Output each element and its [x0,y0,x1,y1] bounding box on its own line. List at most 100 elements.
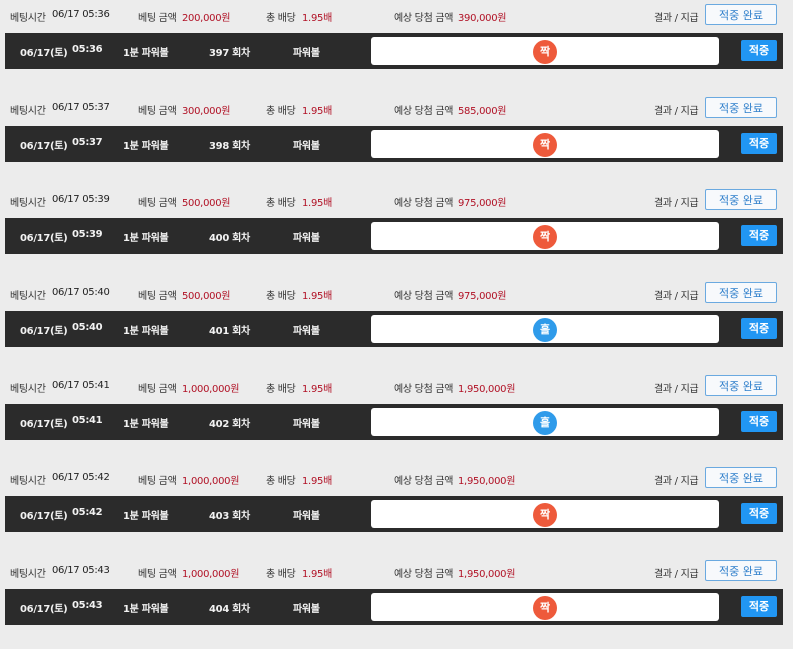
bet-type: 파워볼 [293,604,320,616]
bet-amount-value: 200,000원 [182,13,231,24]
result-pay-label: 결과 / 지급 [654,476,699,488]
bet-detail-bar: 06/17(토) 05:39 1분 파워볼 400 회차 파워볼 짝 적중 [5,218,783,255]
total-odds-label: 총 배당 [266,198,296,210]
game-name: 1분 파워볼 [123,418,169,430]
bet-history-list: 베팅시간 06/17 05:36 베팅 금액 200,000원 총 배당 1.9… [0,0,793,649]
bet-info-row: 베팅시간 06/17 05:43 베팅 금액 1,000,000원 총 배당 1… [0,556,793,586]
game-round: 404 회차 [209,604,250,616]
expected-win-label: 예상 당첨 금액 [394,105,454,117]
game-round: 401 회차 [209,326,250,338]
bet-amount-value: 500,000원 [182,198,231,210]
bet-time-label: 베팅시간 [10,291,46,303]
hit-button[interactable]: 적중 [741,40,777,61]
bet-info-row: 베팅시간 06/17 05:41 베팅 금액 1,000,000원 총 배당 1… [0,371,793,401]
total-odds-value: 1.95배 [302,569,332,581]
result-ball: 홀 [533,318,557,343]
bet-time-value: 06/17 05:39 [52,194,110,206]
bet-amount-label: 베팅 금액 [138,105,177,117]
bet-entry: 베팅시간 06/17 05:39 베팅 금액 500,000원 총 배당 1.9… [0,185,793,278]
game-name: 1분 파워볼 [123,233,169,245]
game-round: 397 회차 [209,48,250,59]
hit-complete-button[interactable]: 적중 완료 [705,467,777,489]
bet-info-row: 베팅시간 06/17 05:39 베팅 금액 500,000원 총 배당 1.9… [0,185,793,215]
bet-type: 파워볼 [293,48,320,59]
game-date: 06/17(토) [20,418,68,430]
bet-info-row: 베팅시간 06/17 05:36 베팅 금액 200,000원 총 배당 1.9… [0,0,793,30]
total-odds-value: 1.95배 [302,13,332,24]
bet-entry: 베팅시간 06/17 05:37 베팅 금액 300,000원 총 배당 1.9… [0,93,793,186]
bet-time-value: 06/17 05:37 [52,101,110,113]
hit-button[interactable]: 적중 [741,410,777,432]
game-round: 400 회차 [209,233,250,245]
bet-detail-bar: 06/17(토) 05:43 1분 파워볼 404 회차 파워볼 짝 적중 [5,589,783,626]
bet-entry: 베팅시간 06/17 05:36 베팅 금액 200,000원 총 배당 1.9… [0,0,793,93]
bet-info-row: 베팅시간 06/17 05:42 베팅 금액 1,000,000원 총 배당 1… [0,463,793,493]
bet-detail-bar: 06/17(토) 05:36 1분 파워볼 397 회차 파워볼 짝 적중 [5,33,783,69]
result-pay-label: 결과 / 지급 [654,105,699,117]
hit-button[interactable]: 적중 [741,225,777,247]
hit-complete-button[interactable]: 적중 완료 [705,374,777,396]
game-time: 05:39 [72,229,103,241]
game-time: 05:36 [72,44,103,55]
bet-detail-bar: 06/17(토) 05:41 1분 파워볼 402 회차 파워볼 홀 적중 [5,403,783,440]
result-panel: 짝 [371,593,719,622]
result-panel: 홀 [371,407,719,436]
expected-win-label: 예상 당첨 금액 [394,198,454,210]
result-pay-label: 결과 / 지급 [654,198,699,210]
bet-amount-value: 300,000원 [182,105,231,117]
game-date: 06/17(토) [20,233,68,245]
hit-button[interactable]: 적중 [741,318,777,340]
bet-time-value: 06/17 05:43 [52,565,110,577]
bet-amount-label: 베팅 금액 [138,569,177,581]
bet-info-row: 베팅시간 06/17 05:37 베팅 금액 300,000원 총 배당 1.9… [0,93,793,123]
bet-amount-label: 베팅 금액 [138,291,177,303]
total-odds-label: 총 배당 [266,291,296,303]
game-name: 1분 파워볼 [123,511,169,523]
game-round: 402 회차 [209,418,250,430]
result-panel: 짝 [371,37,719,65]
result-ball: 짝 [533,132,557,157]
result-panel: 짝 [371,222,719,251]
hit-complete-button[interactable]: 적중 완료 [705,4,777,25]
result-ball: 짝 [533,503,557,528]
hit-complete-button[interactable]: 적중 완료 [705,560,777,582]
bet-detail-bar: 06/17(토) 05:40 1분 파워볼 401 회차 파워볼 홀 적중 [5,311,783,348]
bet-amount-value: 500,000원 [182,291,231,303]
result-pay-label: 결과 / 지급 [654,13,699,24]
game-time: 05:43 [72,600,103,612]
bet-amount-value: 1,000,000원 [182,383,240,395]
bet-time-value: 06/17 05:41 [52,379,110,391]
bet-time-label: 베팅시간 [10,13,46,24]
total-odds-value: 1.95배 [302,291,332,303]
expected-win-value: 585,000원 [458,105,507,117]
total-odds-value: 1.95배 [302,198,332,210]
bet-detail-bar: 06/17(토) 05:37 1분 파워볼 398 회차 파워볼 짝 적중 [5,125,783,162]
game-date: 06/17(토) [20,326,68,338]
hit-complete-button[interactable]: 적중 완료 [705,282,777,304]
bet-detail-bar: 06/17(토) 05:42 1분 파워볼 403 회차 파워볼 짝 적중 [5,496,783,533]
total-odds-value: 1.95배 [302,105,332,117]
result-panel: 짝 [371,500,719,529]
hit-button[interactable]: 적중 [741,503,777,525]
game-name: 1분 파워볼 [123,140,169,152]
bet-time-value: 06/17 05:36 [52,9,110,20]
game-name: 1분 파워볼 [123,604,169,616]
result-pay-label: 결과 / 지급 [654,291,699,303]
hit-button[interactable]: 적중 [741,132,777,154]
result-ball: 짝 [533,40,557,64]
expected-win-value: 975,000원 [458,291,507,303]
bet-amount-value: 1,000,000원 [182,569,240,581]
hit-button[interactable]: 적중 [741,596,777,618]
hit-complete-button[interactable]: 적중 완료 [705,96,777,118]
hit-complete-button[interactable]: 적중 완료 [705,189,777,211]
game-round: 403 회차 [209,511,250,523]
game-time: 05:40 [72,322,103,334]
total-odds-label: 총 배당 [266,476,296,488]
result-pay-label: 결과 / 지급 [654,383,699,395]
bet-amount-label: 베팅 금액 [138,476,177,488]
bet-time-label: 베팅시간 [10,105,46,117]
result-ball: 짝 [533,225,557,250]
bet-time-label: 베팅시간 [10,198,46,210]
game-date: 06/17(토) [20,511,68,523]
expected-win-label: 예상 당첨 금액 [394,13,454,24]
